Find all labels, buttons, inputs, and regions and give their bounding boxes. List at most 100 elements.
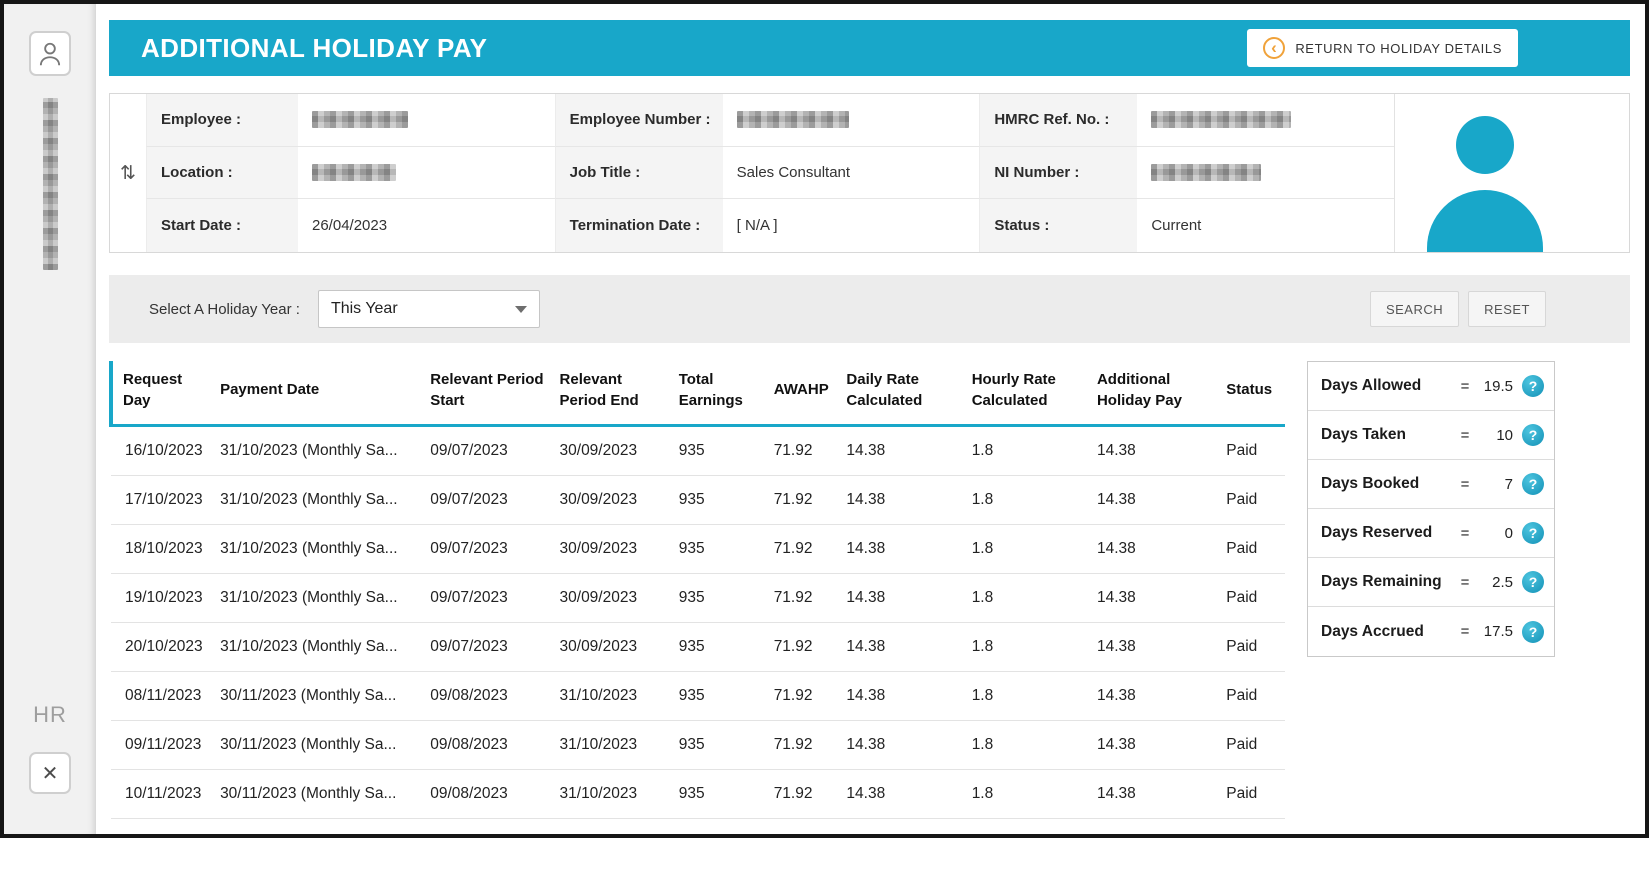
cell-period-start: 09/07/2023 <box>426 524 556 574</box>
employee-field-value <box>1137 146 1394 200</box>
employee-field-label: HMRC Ref. No. : <box>979 94 1138 147</box>
table-row: 18/10/2023 31/10/2023 (Monthly Sa... 09/… <box>111 524 1285 574</box>
cell-awahp: 71.92 <box>769 622 843 672</box>
help-icon[interactable]: ? <box>1522 424 1544 446</box>
cell-status: Paid <box>1222 475 1285 525</box>
cell-awahp: 71.92 <box>769 425 843 476</box>
summary-item: Days Reserved = 0 ? <box>1308 509 1554 558</box>
filter-bar: Select A Holiday Year : This Year SEARCH… <box>109 275 1630 343</box>
search-button[interactable]: SEARCH <box>1369 291 1460 327</box>
cell-payment-date: 31/10/2023 (Monthly Sa... <box>216 573 427 623</box>
cell-hourly-rate: 1.8 <box>967 671 1093 721</box>
cell-total-earnings: 935 <box>674 720 770 770</box>
cell-additional-holiday-pay: 14.38 <box>1092 671 1223 721</box>
employee-info-panel: ⇅ Employee : Employee Number : HMRC Ref.… <box>109 93 1630 253</box>
cell-additional-holiday-pay: 14.38 <box>1092 573 1223 623</box>
table-row: 09/11/2023 30/11/2023 (Monthly Sa... 09/… <box>111 720 1285 770</box>
help-icon[interactable]: ? <box>1522 620 1544 643</box>
summary-item: Days Accrued = 17.5 ? <box>1308 607 1554 656</box>
cell-daily-rate: 14.38 <box>842 573 968 623</box>
employee-field-label: Termination Date : <box>554 199 723 252</box>
employee-field-value: [ N/A ] <box>722 199 980 252</box>
col-daily-rate: Daily Rate Calculated <box>842 361 968 427</box>
return-to-holiday-details-button[interactable]: ‹ RETURN TO HOLIDAY DETAILS <box>1247 29 1518 67</box>
cell-period-end: 30/09/2023 <box>555 622 675 672</box>
summary-item: Days Allowed = 19.5 ? <box>1308 362 1554 411</box>
sidebar: HR ✕ <box>4 4 96 834</box>
equals-sign: = <box>1460 524 1470 542</box>
summary-item: Days Remaining = 2.5 ? <box>1308 558 1554 607</box>
cell-awahp: 71.92 <box>769 524 843 574</box>
cell-request-day: 19/10/2023 <box>111 573 217 623</box>
cell-period-start: 09/08/2023 <box>426 769 556 819</box>
holiday-year-select[interactable]: This Year <box>317 290 540 328</box>
cell-payment-date: 30/11/2023 (Monthly Sa... <box>216 671 427 721</box>
cell-daily-rate: 14.38 <box>842 671 968 721</box>
cell-additional-holiday-pay: 14.38 <box>1092 475 1223 525</box>
person-icon <box>39 42 61 65</box>
help-icon[interactable]: ? <box>1522 473 1544 495</box>
cell-period-end: 31/10/2023 <box>555 769 675 819</box>
cell-awahp: 71.92 <box>769 573 843 623</box>
avatar-body <box>1427 190 1543 252</box>
cell-additional-holiday-pay: 14.38 <box>1092 524 1223 574</box>
sidebar-redacted-text <box>42 98 58 270</box>
redacted-value <box>1151 163 1262 181</box>
cell-daily-rate: 14.38 <box>842 769 968 819</box>
cell-period-start: 09/07/2023 <box>426 622 556 672</box>
reset-button[interactable]: RESET <box>1468 291 1546 327</box>
cell-additional-holiday-pay: 14.38 <box>1092 720 1223 770</box>
cell-status: Paid <box>1222 573 1285 623</box>
cell-request-day: 16/10/2023 <box>111 425 217 476</box>
cell-period-end: 30/09/2023 <box>555 573 675 623</box>
cell-status: Paid <box>1222 524 1285 574</box>
close-icon: ✕ <box>41 762 59 785</box>
cell-daily-rate: 14.38 <box>842 475 968 525</box>
redacted-value <box>312 111 408 129</box>
cell-hourly-rate: 1.8 <box>967 425 1093 476</box>
help-icon[interactable]: ? <box>1522 571 1544 593</box>
col-payment-date: Payment Date <box>216 361 427 427</box>
employee-field-label: Start Date : <box>146 199 298 252</box>
summary-item: Days Booked = 7 ? <box>1308 460 1554 509</box>
cell-additional-holiday-pay: 14.38 <box>1092 622 1223 672</box>
cell-period-end: 30/09/2023 <box>555 475 675 525</box>
equals-sign: = <box>1460 426 1470 444</box>
summary-item-label: Days Allowed <box>1321 377 1422 394</box>
employee-field-label: Employee : <box>146 94 298 147</box>
cell-awahp: 71.92 <box>769 769 843 819</box>
employee-field-value <box>298 146 555 200</box>
sort-icon[interactable]: ⇅ <box>120 162 136 185</box>
employee-field-label: Employee Number : <box>554 94 723 147</box>
user-profile-button[interactable] <box>29 31 71 76</box>
equals-sign: = <box>1460 475 1470 493</box>
employee-field-value <box>298 94 555 147</box>
redacted-value <box>736 111 849 129</box>
cell-period-start: 09/08/2023 <box>426 671 556 721</box>
return-button-label: RETURN TO HOLIDAY DETAILS <box>1295 40 1502 56</box>
help-icon[interactable]: ? <box>1522 522 1544 544</box>
app-window: HR ✕ ADDITIONAL HOLIDAY PAY ‹ RETURN TO … <box>0 0 1649 838</box>
cell-awahp: 71.92 <box>769 720 843 770</box>
cell-total-earnings: 935 <box>674 425 770 476</box>
table-row: 16/10/2023 31/10/2023 (Monthly Sa... 09/… <box>111 425 1285 476</box>
cell-period-start: 09/07/2023 <box>426 425 556 476</box>
cell-status: Paid <box>1222 425 1285 476</box>
cell-request-day: 17/10/2023 <box>111 475 217 525</box>
table-header-row: Request Day Payment Date Relevant Period… <box>108 361 1285 427</box>
employee-field-value: Sales Consultant <box>722 146 980 200</box>
employee-field-value <box>1137 94 1394 147</box>
holiday-year-label: Select A Holiday Year : <box>149 300 300 318</box>
back-circle-icon: ‹ <box>1263 37 1286 59</box>
table-row: 10/11/2023 30/11/2023 (Monthly Sa... 09/… <box>111 769 1285 819</box>
summary-item-value: 0 <box>1504 524 1513 542</box>
close-button[interactable]: ✕ <box>29 752 71 794</box>
help-icon[interactable]: ? <box>1522 375 1544 397</box>
cell-additional-holiday-pay: 14.38 <box>1092 425 1223 476</box>
cell-total-earnings: 935 <box>674 524 770 574</box>
col-relevant-period-start: Relevant Period Start <box>426 361 556 427</box>
cell-payment-date: 30/11/2023 (Monthly Sa... <box>216 720 427 770</box>
cell-payment-date: 31/10/2023 (Monthly Sa... <box>216 425 427 476</box>
employee-field-label: Job Title : <box>554 146 723 200</box>
cell-status: Paid <box>1222 720 1285 770</box>
